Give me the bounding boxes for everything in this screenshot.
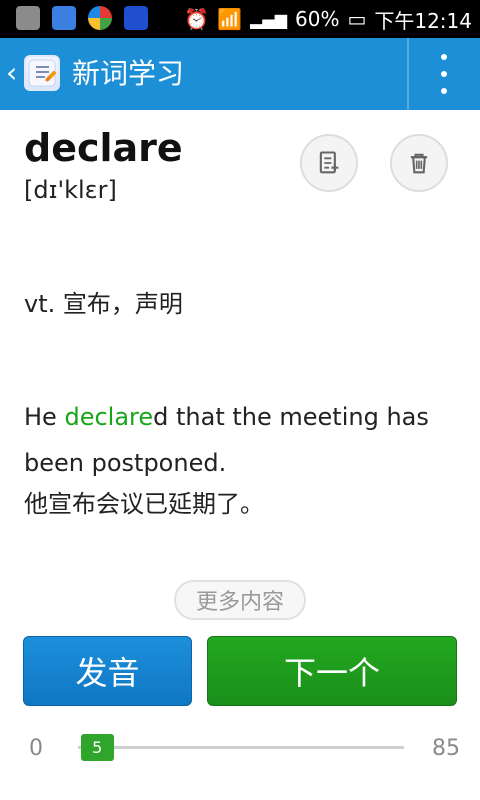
app-bar: ‹ 新词学习 (0, 38, 480, 110)
example-translation: 他宣布会议已延期了。 (24, 490, 264, 518)
appbar-divider (407, 38, 409, 110)
status-left-icons (16, 6, 148, 30)
definition-text: vt. 宣布，声明 (24, 290, 183, 318)
overflow-dot (441, 71, 447, 77)
signal-icon: ▂▄▆ (250, 9, 287, 29)
example-before: He (24, 403, 65, 431)
word-headword: declare (24, 126, 183, 170)
android-icon (124, 6, 148, 30)
progress-track[interactable] (78, 746, 404, 749)
trash-icon (410, 153, 428, 174)
battery-icon: ▭ (347, 7, 367, 31)
contact-icon (52, 6, 76, 30)
more-content-button[interactable]: 更多内容 (174, 580, 306, 620)
overflow-dot (441, 54, 447, 60)
next-button[interactable]: 下一个 (207, 636, 457, 706)
app-logo[interactable] (24, 55, 60, 91)
status-bar: ⏰ 📶 ▂▄▆ 60% ▭ 下午12:14 (0, 0, 480, 38)
back-icon[interactable]: ‹ (6, 56, 17, 89)
word-phonetic: [dɪ'klɛr] (24, 176, 117, 204)
notebook-icon (28, 59, 56, 87)
progress-min: 0 (29, 736, 43, 761)
example-sentence: He declared that the meeting has been po… (24, 394, 464, 486)
app-icon (88, 6, 112, 30)
add-to-notebook-button[interactable] (300, 134, 358, 192)
wifi-icon: 📶 (217, 7, 243, 31)
overflow-menu-button[interactable] (430, 54, 458, 94)
battery-percent: 60% (295, 7, 340, 31)
alarm-icon: ⏰ (184, 7, 210, 31)
page-title: 新词学习 (72, 57, 185, 90)
pronounce-button[interactable]: 发音 (23, 636, 192, 706)
progress-thumb[interactable]: 5 (80, 734, 114, 761)
notification-icon (16, 6, 40, 30)
note-add-icon (319, 151, 339, 174)
progress-max: 85 (432, 736, 460, 761)
status-right: ⏰ 📶 ▂▄▆ 60% ▭ 下午12:14 (184, 0, 472, 38)
time: 下午12:14 (374, 8, 472, 33)
example-highlight: declare (64, 403, 154, 431)
overflow-dot (441, 88, 447, 94)
delete-button[interactable] (390, 134, 448, 192)
